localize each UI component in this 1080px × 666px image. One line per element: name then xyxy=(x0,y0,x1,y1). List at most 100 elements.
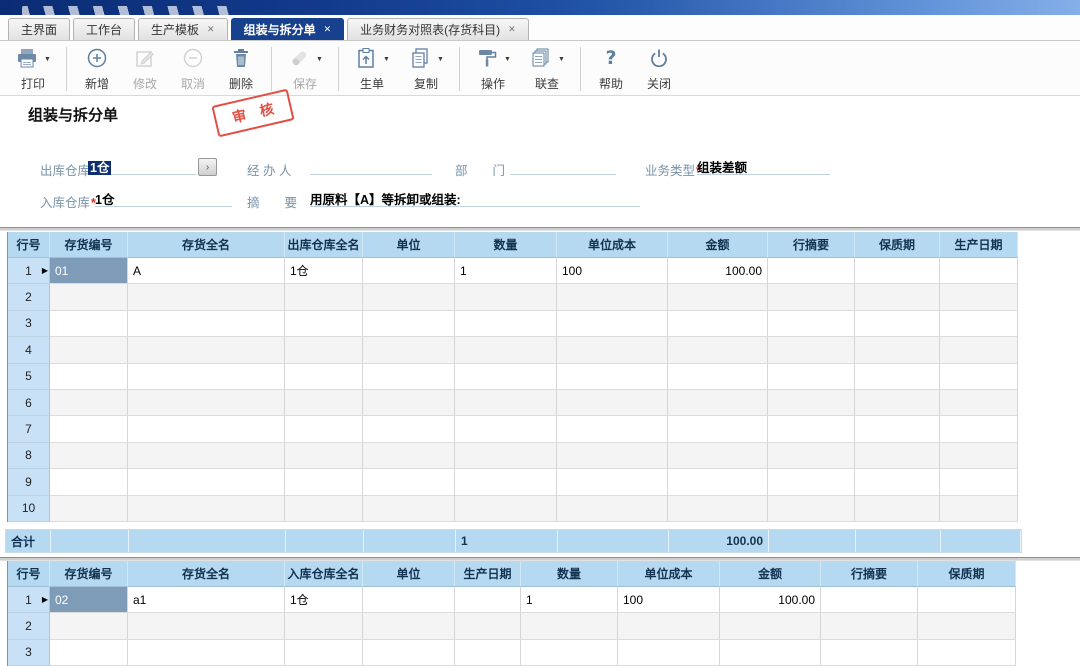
cell[interactable] xyxy=(821,640,918,666)
in-warehouse-input[interactable]: 1仓 xyxy=(95,189,232,207)
biz-type-input[interactable]: 组装差额 xyxy=(697,157,830,175)
cell[interactable] xyxy=(940,496,1018,522)
out-warehouse-input[interactable]: 1仓 xyxy=(88,157,196,175)
column-header[interactable]: 存货全名 xyxy=(128,561,285,587)
cell[interactable] xyxy=(363,284,455,310)
cell[interactable] xyxy=(940,443,1018,469)
cell[interactable]: 1 xyxy=(455,258,557,284)
cell[interactable] xyxy=(455,337,557,363)
cell[interactable] xyxy=(557,496,668,522)
cell[interactable] xyxy=(940,258,1018,284)
cell[interactable] xyxy=(768,364,855,390)
column-header[interactable]: 单位 xyxy=(363,232,455,258)
cell[interactable] xyxy=(285,390,363,416)
cell[interactable] xyxy=(128,613,285,639)
cell[interactable]: 01 xyxy=(50,258,128,284)
cell[interactable] xyxy=(285,469,363,495)
cell[interactable] xyxy=(855,284,940,310)
cell[interactable]: A xyxy=(128,258,285,284)
cell[interactable] xyxy=(128,443,285,469)
cell[interactable] xyxy=(285,284,363,310)
cell[interactable] xyxy=(618,640,720,666)
cell[interactable] xyxy=(940,364,1018,390)
cell[interactable] xyxy=(768,416,855,442)
column-header[interactable]: 行号 xyxy=(8,561,50,587)
cell[interactable] xyxy=(50,443,128,469)
column-header[interactable]: 行号 xyxy=(8,232,50,258)
cell[interactable] xyxy=(128,416,285,442)
cell[interactable] xyxy=(455,469,557,495)
cell[interactable] xyxy=(618,613,720,639)
cell[interactable] xyxy=(455,390,557,416)
cell[interactable] xyxy=(128,390,285,416)
cell[interactable] xyxy=(455,613,521,639)
cell[interactable] xyxy=(455,496,557,522)
column-header[interactable]: 单位成本 xyxy=(618,561,720,587)
cell[interactable] xyxy=(768,284,855,310)
cell[interactable] xyxy=(455,640,521,666)
cell[interactable] xyxy=(363,469,455,495)
cell[interactable] xyxy=(768,496,855,522)
cell[interactable] xyxy=(50,311,128,337)
cell[interactable] xyxy=(668,284,768,310)
cell[interactable] xyxy=(363,613,455,639)
cell[interactable] xyxy=(768,311,855,337)
column-header[interactable]: 出库仓库全名 xyxy=(285,232,363,258)
cell[interactable] xyxy=(455,587,521,613)
cell[interactable] xyxy=(668,443,768,469)
cell[interactable] xyxy=(363,390,455,416)
column-header[interactable]: 存货编号 xyxy=(50,232,128,258)
cell[interactable] xyxy=(668,390,768,416)
row-number-cell[interactable]: 7 xyxy=(8,416,50,442)
column-header[interactable]: 金额 xyxy=(720,561,821,587)
cell[interactable]: 1仓 xyxy=(285,258,363,284)
cell[interactable] xyxy=(128,364,285,390)
cell[interactable] xyxy=(668,311,768,337)
cell[interactable] xyxy=(720,613,821,639)
cell[interactable] xyxy=(855,364,940,390)
cell[interactable] xyxy=(668,469,768,495)
cell[interactable] xyxy=(285,496,363,522)
cell[interactable] xyxy=(363,640,455,666)
cell[interactable] xyxy=(50,416,128,442)
cell[interactable] xyxy=(363,364,455,390)
cell[interactable] xyxy=(285,613,363,639)
cell[interactable] xyxy=(918,640,1016,666)
cell[interactable] xyxy=(363,443,455,469)
row-number-cell[interactable]: 2 xyxy=(8,284,50,310)
department-input[interactable] xyxy=(510,157,616,175)
cell[interactable] xyxy=(668,496,768,522)
cell[interactable] xyxy=(455,443,557,469)
cell[interactable] xyxy=(855,390,940,416)
cell[interactable] xyxy=(918,613,1016,639)
column-header[interactable]: 金额 xyxy=(668,232,768,258)
cell[interactable] xyxy=(940,469,1018,495)
cell[interactable] xyxy=(768,443,855,469)
column-header[interactable]: 存货全名 xyxy=(128,232,285,258)
memo-input[interactable]: 用原料【A】等拆卸或组装: xyxy=(310,189,640,207)
cell[interactable] xyxy=(855,258,940,284)
cell[interactable] xyxy=(455,364,557,390)
column-header[interactable]: 生产日期 xyxy=(940,232,1018,258)
cell[interactable] xyxy=(855,469,940,495)
cell[interactable] xyxy=(940,390,1018,416)
cell[interactable] xyxy=(455,416,557,442)
cell[interactable] xyxy=(363,496,455,522)
cell[interactable] xyxy=(557,337,668,363)
cell[interactable] xyxy=(768,469,855,495)
cell[interactable] xyxy=(128,469,285,495)
cell[interactable] xyxy=(557,390,668,416)
cell[interactable] xyxy=(768,258,855,284)
cell[interactable] xyxy=(285,640,363,666)
row-number-cell[interactable]: 5 xyxy=(8,364,50,390)
cell[interactable]: 100 xyxy=(557,258,668,284)
cell[interactable] xyxy=(855,416,940,442)
cell[interactable] xyxy=(940,284,1018,310)
cell[interactable] xyxy=(128,284,285,310)
cell[interactable] xyxy=(128,496,285,522)
column-header[interactable]: 数量 xyxy=(521,561,618,587)
row-number-cell[interactable]: 10 xyxy=(8,496,50,522)
column-header[interactable]: 单位成本 xyxy=(557,232,668,258)
cell[interactable] xyxy=(940,416,1018,442)
cell[interactable] xyxy=(455,311,557,337)
